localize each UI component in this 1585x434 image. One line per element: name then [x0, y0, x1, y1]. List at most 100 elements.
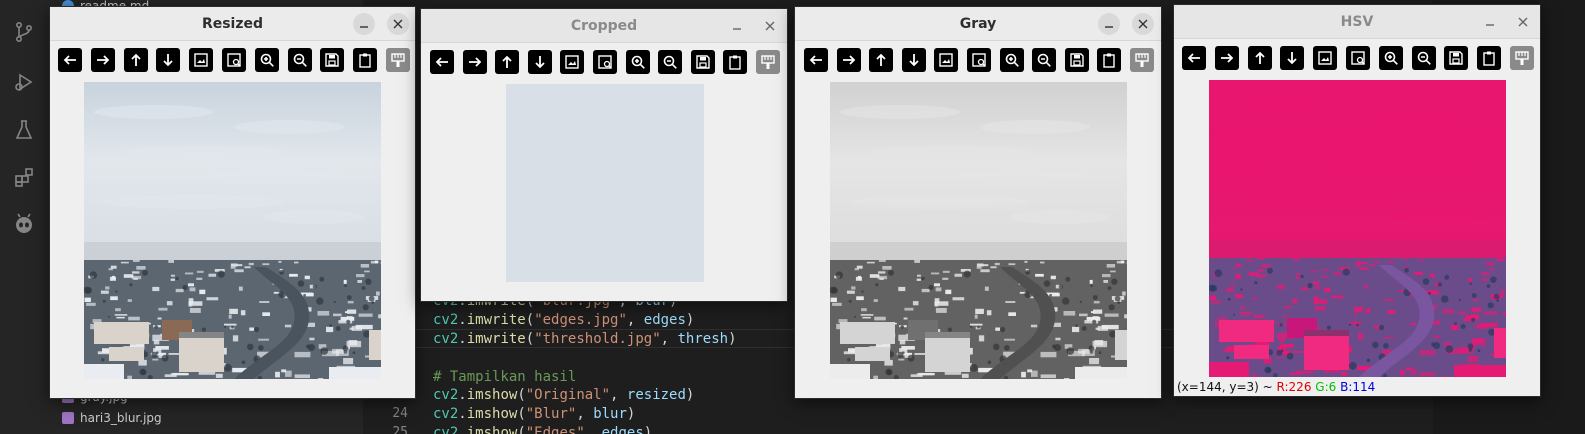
- window-cropped[interactable]: Cropped: [420, 8, 788, 302]
- image-view[interactable]: [1209, 80, 1506, 377]
- code-token: cv2: [433, 405, 459, 422]
- save-button[interactable]: [1444, 46, 1469, 70]
- arrow-right-icon: [96, 55, 110, 65]
- zoom-fit-button[interactable]: [934, 48, 959, 72]
- zoom-fit-button[interactable]: [189, 48, 214, 72]
- save-button[interactable]: [690, 50, 715, 74]
- window-resized[interactable]: Resized: [49, 6, 416, 399]
- zoom-in-button[interactable]: [254, 48, 279, 72]
- properties-button[interactable]: [1510, 46, 1534, 70]
- titlebar[interactable]: HSV: [1174, 5, 1540, 39]
- source-control-icon[interactable]: [12, 20, 36, 44]
- alien-extension-icon[interactable]: [12, 212, 36, 236]
- zoom-original-button[interactable]: [222, 48, 246, 72]
- minimize-button[interactable]: [726, 15, 748, 37]
- code-token: ): [643, 424, 653, 434]
- save-icon: [1449, 51, 1464, 65]
- run-debug-icon[interactable]: [12, 70, 36, 94]
- copy-clipboard-button[interactable]: [1097, 48, 1122, 72]
- close-button[interactable]: [1132, 13, 1154, 35]
- zoom-original-button[interactable]: [967, 48, 991, 72]
- code-token: "Original": [525, 386, 611, 403]
- code-token: imshow: [466, 386, 518, 403]
- window-gray[interactable]: Gray: [794, 6, 1162, 399]
- arrow-up-button[interactable]: [869, 48, 894, 72]
- image-view[interactable]: [84, 82, 381, 379]
- copy-clipboard-icon: [1483, 51, 1495, 66]
- code-token: cv2: [433, 330, 459, 347]
- save-icon: [696, 55, 710, 69]
- zoom-original-button[interactable]: [1346, 46, 1370, 70]
- code-line[interactable]: 24 cv2.imshow("Blur", blur): [363, 404, 1433, 423]
- code-token: ): [728, 330, 737, 347]
- arrow-left-button[interactable]: [804, 48, 828, 72]
- close-button[interactable]: [387, 13, 409, 35]
- zoom-fit-button[interactable]: [560, 50, 585, 74]
- testing-icon[interactable]: [12, 118, 36, 142]
- code-token: .: [458, 405, 467, 422]
- image-view[interactable]: [830, 82, 1127, 379]
- properties-button[interactable]: [756, 50, 780, 74]
- arrow-up-button[interactable]: [495, 50, 520, 74]
- arrow-up-button[interactable]: [123, 48, 148, 72]
- close-button[interactable]: [1512, 11, 1534, 33]
- zoom-out-button[interactable]: [658, 50, 683, 74]
- explorer-file[interactable]: hari3_blur.jpg: [62, 408, 162, 428]
- arrow-right-button[interactable]: [462, 50, 487, 74]
- arrow-left-button[interactable]: [430, 50, 454, 74]
- code-text: cv2.imshow("Original", resized): [433, 387, 694, 403]
- zoom-out-button[interactable]: [287, 48, 312, 72]
- copy-clipboard-icon: [359, 53, 371, 68]
- code-line[interactable]: 25 cv2.imshow("Edges", edges): [363, 423, 1433, 434]
- arrow-right-button[interactable]: [836, 48, 861, 72]
- arrow-up-icon: [876, 53, 886, 66]
- close-button[interactable]: [759, 15, 781, 37]
- zoom-out-button[interactable]: [1032, 48, 1057, 72]
- zoom-out-button[interactable]: [1411, 46, 1436, 70]
- arrow-up-button[interactable]: [1247, 46, 1272, 70]
- code-token: edges: [643, 311, 686, 328]
- titlebar[interactable]: Resized: [50, 7, 415, 41]
- arrow-right-button[interactable]: [90, 48, 115, 72]
- titlebar[interactable]: Gray: [795, 7, 1161, 41]
- minimize-button[interactable]: [353, 13, 375, 35]
- code-token: edges: [601, 424, 644, 434]
- zoom-fit-icon: [565, 55, 580, 69]
- code-token: ): [685, 311, 695, 328]
- save-button[interactable]: [1064, 48, 1089, 72]
- titlebar[interactable]: Cropped: [421, 9, 787, 43]
- zoom-fit-icon: [1318, 51, 1332, 65]
- zoom-in-icon: [1384, 51, 1398, 65]
- arrow-left-icon: [435, 57, 448, 67]
- copy-clipboard-button[interactable]: [1477, 46, 1502, 70]
- properties-button[interactable]: [1130, 48, 1154, 72]
- arrow-right-button[interactable]: [1214, 46, 1239, 70]
- zoom-original-button[interactable]: [593, 50, 617, 74]
- copy-clipboard-button[interactable]: [723, 50, 748, 74]
- code-token: ,: [584, 424, 602, 434]
- save-button[interactable]: [320, 48, 345, 72]
- arrow-down-button[interactable]: [156, 48, 181, 72]
- code-token: (: [525, 311, 535, 328]
- arrow-left-button[interactable]: [1182, 46, 1206, 70]
- zoom-original-icon: [972, 53, 986, 67]
- properties-button[interactable]: [386, 48, 410, 72]
- arrow-left-button[interactable]: [58, 48, 82, 72]
- minimize-button[interactable]: [1479, 11, 1501, 33]
- window-hsv[interactable]: HSV (x=144, y=3) ~ R:226 G:6 B:114: [1173, 4, 1541, 397]
- code-token: .: [458, 424, 467, 434]
- minimize-button[interactable]: [1098, 13, 1120, 35]
- toolbar: [50, 41, 415, 79]
- zoom-in-button[interactable]: [1378, 46, 1403, 70]
- zoom-original-icon: [227, 53, 241, 67]
- arrow-down-button[interactable]: [527, 50, 552, 74]
- zoom-in-button[interactable]: [625, 50, 650, 74]
- arrow-down-button[interactable]: [901, 48, 926, 72]
- zoom-fit-button[interactable]: [1313, 46, 1338, 70]
- image-view[interactable]: [506, 84, 704, 282]
- arrow-down-button[interactable]: [1280, 46, 1305, 70]
- extensions-icon[interactable]: [12, 166, 36, 190]
- copy-clipboard-button[interactable]: [353, 48, 378, 72]
- code-token: "edges.jpg": [534, 311, 627, 328]
- zoom-in-button[interactable]: [999, 48, 1024, 72]
